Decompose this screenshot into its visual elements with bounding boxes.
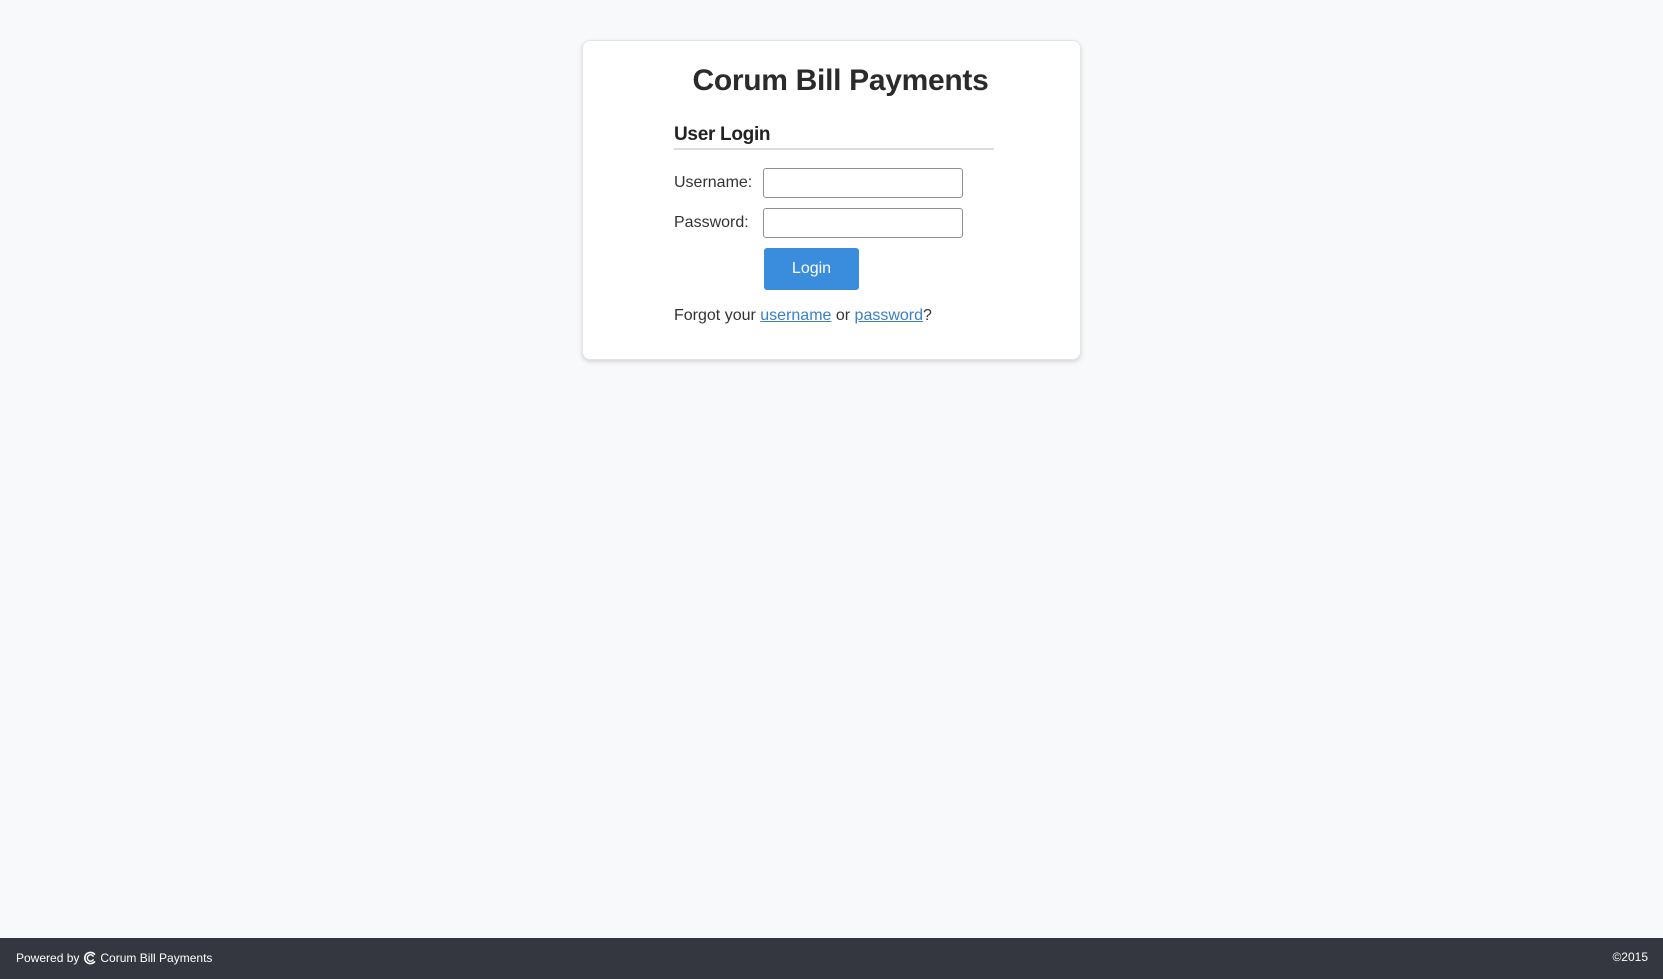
- username-label: Username:: [674, 174, 753, 191]
- forgot-credentials-text: Forgot your username or password?: [674, 307, 932, 325]
- section-title: User Login: [674, 124, 994, 150]
- footer: Powered by Corum Bill Payments ©2015: [0, 938, 1663, 979]
- forgot-prefix: Forgot your: [674, 307, 761, 324]
- password-input[interactable]: [763, 208, 963, 238]
- password-label: Password:: [674, 214, 749, 231]
- forgot-username-link[interactable]: username: [760, 307, 831, 324]
- copyright: ©2015: [1612, 950, 1648, 964]
- powered-by: Powered by Corum Bill Payments: [16, 951, 212, 965]
- login-button[interactable]: Login: [764, 248, 859, 290]
- brand-name: Corum Bill Payments: [100, 951, 213, 965]
- forgot-or: or: [831, 307, 855, 324]
- app-title: Corum Bill Payments: [692, 64, 989, 97]
- username-input[interactable]: [763, 168, 963, 198]
- forgot-suffix: ?: [923, 307, 932, 324]
- login-card: Corum Bill Payments User Login Username:…: [582, 40, 1081, 360]
- corum-logo-icon: [83, 951, 97, 965]
- powered-by-text: Powered by: [16, 951, 80, 965]
- forgot-password-link[interactable]: password: [855, 307, 923, 324]
